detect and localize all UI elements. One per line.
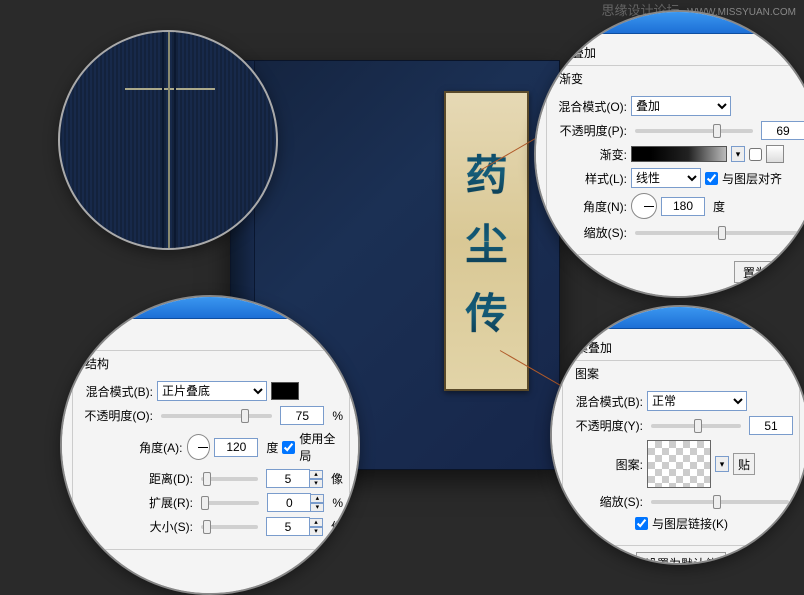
- book-char-3: 传: [465, 280, 507, 341]
- step-up[interactable]: ▴: [309, 470, 323, 479]
- blend-mode-select[interactable]: 正常: [647, 391, 747, 411]
- group-title: 渐变: [555, 70, 587, 87]
- shadow-color-swatch[interactable]: [271, 382, 299, 400]
- scale-slider[interactable]: [635, 231, 801, 235]
- section-title: 渐变叠加: [548, 44, 804, 61]
- opacity-slider[interactable]: [161, 414, 272, 418]
- reset-defaults-button[interactable]: 置为默认值: [734, 261, 804, 283]
- distance-slider[interactable]: [201, 477, 258, 481]
- size-label: 大小(S):: [77, 518, 193, 535]
- opacity-label: 不透明度(Y):: [567, 417, 643, 434]
- style-label: 样式(L):: [551, 170, 627, 187]
- angle-dial[interactable]: [631, 193, 657, 219]
- zoom-gradient-overlay-panel: 渐变叠加 渐变 混合模式(O): 叠加 不透明度(P): 渐变: ▾: [534, 10, 804, 298]
- gradient-label: 渐变:: [551, 146, 627, 163]
- opacity-input[interactable]: [280, 406, 324, 425]
- reset-defaults-button[interactable]: 设置为默认值: [636, 552, 726, 565]
- section-title: 投影: [74, 329, 350, 346]
- angle-unit: 度: [713, 198, 725, 215]
- blend-mode-select[interactable]: 正片叠底: [157, 381, 267, 401]
- gradient-dropdown[interactable]: ▾: [731, 146, 745, 162]
- opacity-input[interactable]: [761, 121, 804, 140]
- link-layer-label: 与图层链接(K): [652, 515, 728, 532]
- snap-origin-button[interactable]: 贴: [733, 453, 755, 475]
- pattern-preview[interactable]: [647, 440, 711, 488]
- group-title: 图案: [571, 365, 603, 382]
- pattern-label: 图案:: [567, 456, 643, 473]
- angle-label: 角度(A):: [77, 439, 183, 456]
- use-global-light-label: 使用全局: [299, 430, 343, 464]
- gradient-extra-button[interactable]: [766, 145, 784, 163]
- use-global-light-checkbox[interactable]: [282, 441, 295, 454]
- link-layer-checkbox[interactable]: [635, 517, 648, 530]
- align-label: 与图层对齐: [722, 170, 782, 187]
- style-select[interactable]: 线性: [631, 168, 701, 188]
- zoom-texture: [58, 30, 278, 250]
- blend-mode-label: 混合模式(O):: [551, 98, 627, 115]
- step-down[interactable]: ▾: [309, 527, 323, 536]
- section-title: 图案叠加: [564, 339, 800, 356]
- group-title: 结构: [81, 355, 113, 372]
- scale-label: 缩放(S):: [567, 493, 643, 510]
- scale-slider[interactable]: [651, 500, 789, 504]
- blend-mode-label: 混合模式(B):: [567, 393, 643, 410]
- reverse-checkbox[interactable]: [749, 148, 762, 161]
- blend-mode-label: 混合模式(B):: [77, 383, 153, 400]
- step-down[interactable]: ▾: [310, 503, 324, 512]
- angle-input[interactable]: [661, 197, 705, 216]
- spread-unit: %: [332, 496, 343, 510]
- opacity-unit: %: [332, 409, 343, 423]
- angle-input[interactable]: [214, 438, 258, 457]
- spread-slider[interactable]: [201, 501, 259, 505]
- zoom-drop-shadow-panel: 投影 结构 混合模式(B): 正片叠底 不透明度(O): % 角度(A):: [60, 295, 360, 595]
- size-input[interactable]: [266, 517, 310, 536]
- angle-dial[interactable]: [187, 434, 211, 460]
- opacity-label: 不透明度(P):: [551, 122, 627, 139]
- step-up[interactable]: ▴: [309, 518, 323, 527]
- spread-label: 扩展(R):: [77, 494, 193, 511]
- size-unit: 像: [331, 518, 343, 535]
- step-down[interactable]: ▾: [309, 479, 323, 488]
- blend-mode-select[interactable]: 叠加: [631, 96, 731, 116]
- pattern-dropdown[interactable]: ▾: [715, 456, 729, 472]
- scale-label: 缩放(S):: [551, 224, 627, 241]
- opacity-label: 不透明度(O):: [77, 407, 153, 424]
- opacity-slider[interactable]: [651, 424, 741, 428]
- book-char-2: 尘: [465, 211, 507, 272]
- angle-unit: 度: [266, 439, 278, 456]
- align-checkbox[interactable]: [705, 172, 718, 185]
- gradient-preview[interactable]: [631, 146, 727, 162]
- step-up[interactable]: ▴: [310, 494, 324, 503]
- spread-input[interactable]: [267, 493, 311, 512]
- size-slider[interactable]: [201, 525, 258, 529]
- quality-title: 品质: [74, 556, 350, 573]
- book-title-label: 药 尘 传: [444, 91, 529, 391]
- opacity-slider[interactable]: [635, 129, 753, 133]
- window-titlebar: [552, 307, 804, 329]
- distance-input[interactable]: [266, 469, 310, 488]
- angle-label: 角度(N):: [551, 198, 627, 215]
- opacity-input[interactable]: [749, 416, 793, 435]
- book-char-1: 药: [465, 142, 507, 203]
- distance-label: 距离(D):: [77, 470, 193, 487]
- zoom-pattern-overlay-panel: 图案叠加 图案 混合模式(B): 正常 不透明度(Y): 图案: ▾ 贴: [550, 305, 804, 565]
- distance-unit: 像: [331, 470, 343, 487]
